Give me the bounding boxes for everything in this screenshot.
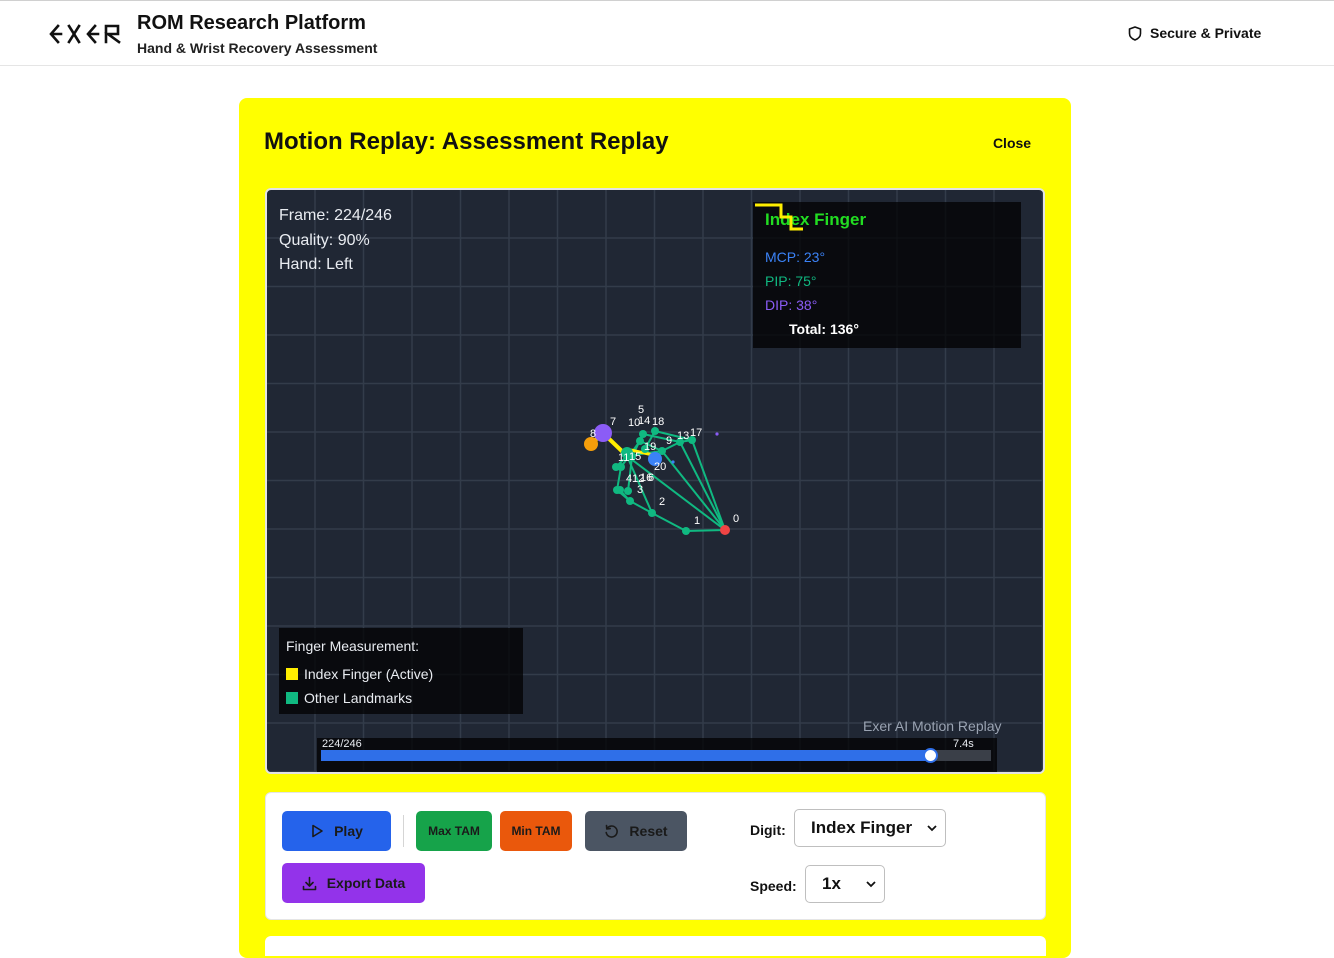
legend-label-other: Other Landmarks — [304, 690, 413, 706]
landmark-label: 14 — [638, 415, 650, 427]
exer-logo — [49, 24, 121, 44]
controls-divider — [403, 815, 404, 847]
finger-legend: Finger Measurement: Index Finger (Active… — [279, 628, 523, 714]
min-tam-button[interactable]: Min TAM — [500, 811, 572, 851]
replay-stats: Frame: 224/246 Quality: 90% Hand: Left — [279, 204, 392, 278]
finger-info-panel: Index Finger MCP: 23° PIP: 75° DIP: 38° … — [753, 202, 1021, 348]
landmark-label: 15 — [629, 451, 641, 463]
next-panel-edge — [265, 936, 1046, 956]
landmark-point — [720, 525, 730, 535]
landmark-point — [617, 463, 625, 471]
close-button[interactable]: Close — [984, 132, 1040, 154]
landmark-point — [636, 437, 644, 445]
landmark-point — [613, 486, 621, 494]
digit-select[interactable]: Index Finger — [794, 809, 946, 847]
speed-value: 1x — [822, 874, 841, 893]
timeline-thumb[interactable] — [923, 748, 939, 763]
hand-readout: Hand: Left — [279, 256, 353, 273]
landmark-label: 17 — [690, 427, 702, 439]
timeline-track[interactable] — [321, 748, 991, 763]
landmark-label: 8 — [590, 428, 596, 440]
landmark-label: 9 — [666, 435, 672, 447]
speed-label: Speed: — [750, 878, 797, 894]
reset-button[interactable]: Reset — [585, 811, 687, 851]
landmark-label: 18 — [652, 416, 664, 428]
stray-mark — [671, 460, 675, 464]
landmark-point — [639, 430, 647, 438]
landmark-label: 3 — [637, 484, 643, 496]
timeline-fill — [321, 750, 932, 761]
landmark-label: 0 — [733, 513, 739, 525]
export-data-button[interactable]: Export Data — [282, 863, 425, 903]
landmark-label: 7 — [610, 416, 616, 428]
play-button[interactable]: Play — [282, 811, 391, 851]
timeline-position: 224/246 — [322, 738, 362, 750]
bone-line — [685, 529, 726, 532]
max-tam-button[interactable]: Max TAM — [416, 811, 492, 851]
angle-trace-icon — [755, 203, 803, 231]
legend-title: Finger Measurement: — [286, 638, 420, 654]
landmark-label: 1 — [694, 515, 700, 527]
replay-timeline[interactable]: 224/246 7.4s — [317, 738, 997, 772]
landmark-label: 20 — [654, 461, 666, 473]
download-icon — [302, 876, 317, 890]
chevron-down-icon — [927, 824, 937, 831]
dip-angle: DIP: 38° — [765, 297, 818, 313]
play-label: Play — [334, 823, 363, 839]
landmark-label: 19 — [644, 441, 656, 453]
shield-icon — [1128, 25, 1142, 41]
landmark-label: 11 — [618, 452, 629, 464]
landmark-point — [626, 497, 634, 505]
chevron-down-icon — [866, 880, 876, 887]
app-title: ROM Research Platform — [137, 12, 366, 34]
landmark-label: 16 — [640, 472, 652, 484]
bone-line — [679, 441, 726, 531]
secure-label: Secure & Private — [1150, 25, 1262, 41]
bone-line — [651, 512, 687, 532]
landmark-label: 2 — [659, 496, 665, 508]
legend-item-active: Index Finger (Active) — [286, 666, 433, 682]
reset-icon — [605, 824, 619, 838]
export-label: Export Data — [326, 875, 406, 891]
legend-swatch-other — [286, 692, 298, 704]
speed-select[interactable]: 1x — [805, 865, 885, 903]
legend-label-active: Index Finger (Active) — [304, 666, 434, 682]
landmark-point — [682, 527, 690, 535]
motion-replay-card: Motion Replay: Assessment Replay Close 0… — [239, 98, 1071, 958]
landmark-point — [651, 427, 659, 435]
digit-value: Index Finger — [811, 818, 913, 837]
legend-swatch-active — [286, 668, 298, 680]
replay-canvas[interactable]: 0 1 2 3 4 5 6 7 8 9 10 11 12 13 14 15 16 17 18 19 20 Frame: … — [265, 188, 1045, 774]
top-bar: ROM Research Platform Hand & Wrist Recov… — [0, 0, 1334, 66]
pip-angle: PIP: 75° — [765, 273, 817, 289]
mcp-angle: MCP: 23° — [765, 249, 826, 265]
card-title: Motion Replay: Assessment Replay — [264, 128, 669, 155]
secure-badge: Secure & Private — [1128, 25, 1261, 41]
frame-readout: Frame: 224/246 — [279, 207, 392, 224]
play-icon — [312, 824, 323, 838]
replay-watermark: Exer AI Motion Replay — [863, 718, 1002, 734]
landmark-point — [624, 487, 632, 495]
stray-mark — [715, 432, 719, 436]
digit-label: Digit: — [750, 822, 786, 838]
legend-item-other: Other Landmarks — [286, 690, 412, 706]
replay-controls: Play Max TAM Min TAM Reset Export Data D… — [265, 792, 1046, 920]
reset-label: Reset — [629, 823, 668, 839]
timeline-time: 7.4s — [953, 738, 974, 750]
landmark-point — [648, 509, 656, 517]
app-subtitle: Hand & Wrist Recovery Assessment — [137, 40, 378, 56]
quality-readout: Quality: 90% — [279, 231, 370, 249]
total-angle: Total: 136° — [789, 321, 859, 337]
landmark-label: 13 — [677, 430, 689, 442]
